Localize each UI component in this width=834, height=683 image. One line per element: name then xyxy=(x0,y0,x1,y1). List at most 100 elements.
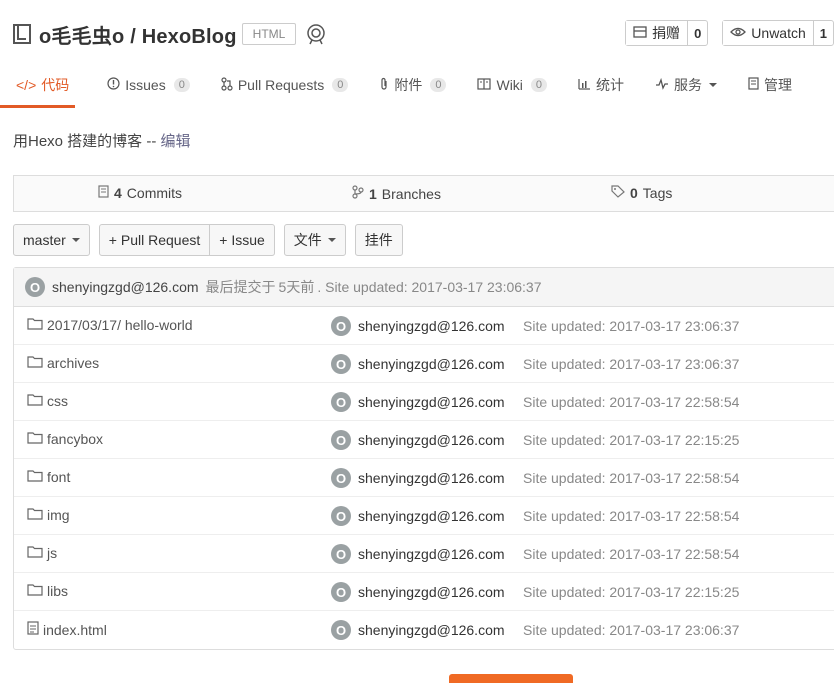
avatar[interactable]: O xyxy=(331,430,351,450)
tag-icon xyxy=(611,185,625,201)
file-author[interactable]: shenyingzgd@126.com xyxy=(358,394,505,410)
file-row: font Oshenyingzgd@126.com Site updated: 20… xyxy=(14,459,834,497)
tab-services[interactable]: 服务 xyxy=(637,64,730,106)
file-name[interactable]: fancybox xyxy=(47,431,103,447)
file-commit-message[interactable]: Site updated: 2017-03-17 22:15:25 xyxy=(523,584,739,600)
file-author[interactable]: shenyingzgd@126.com xyxy=(358,546,505,562)
file-name-cell[interactable]: font xyxy=(27,469,70,485)
file-name[interactable]: css xyxy=(47,393,68,409)
unwatch-button[interactable]: Unwatch 1 xyxy=(722,20,834,46)
file-author[interactable]: shenyingzgd@126.com xyxy=(358,508,505,524)
file-name[interactable]: archives xyxy=(47,355,99,371)
file-author[interactable]: shenyingzgd@126.com xyxy=(358,470,505,486)
tab-manage[interactable]: 管理 xyxy=(730,64,805,106)
watch-count[interactable]: 1 xyxy=(814,21,833,45)
tags-stat[interactable]: 0 Tags xyxy=(611,185,672,201)
repo-nav: </> 代码 Issues 0 Pull Requests 0 附件 0 Wik… xyxy=(0,64,834,108)
branch-select[interactable]: master xyxy=(13,224,90,256)
file-commit-message[interactable]: Site updated: 2017-03-17 22:15:25 xyxy=(523,432,739,448)
file-row: js Oshenyingzgd@126.com Site updated: 2017… xyxy=(14,535,834,573)
tab-services-label: 服务 xyxy=(674,77,703,93)
download-button[interactable] xyxy=(449,674,573,683)
file-name-cell[interactable]: libs xyxy=(27,583,68,599)
file-author-cell: Oshenyingzgd@126.com xyxy=(331,392,505,412)
book-icon xyxy=(477,77,492,93)
latest-commit-message[interactable]: . Site updated: 2017-03-17 23:06:37 xyxy=(317,279,541,295)
avatar[interactable]: O xyxy=(25,277,45,297)
file-author[interactable]: shenyingzgd@126.com xyxy=(358,584,505,600)
commits-stat[interactable]: 4 Commits xyxy=(98,185,182,201)
file-author[interactable]: shenyingzgd@126.com xyxy=(358,318,505,334)
avatar[interactable]: O xyxy=(331,392,351,412)
latest-commit-author[interactable]: shenyingzgd@126.com xyxy=(52,279,199,295)
commits-count: 4 xyxy=(114,185,122,201)
avatar[interactable]: O xyxy=(331,506,351,526)
file-name[interactable]: img xyxy=(47,507,70,523)
file-commit-message[interactable]: Site updated: 2017-03-17 22:58:54 xyxy=(523,394,739,410)
avatar[interactable]: O xyxy=(331,582,351,602)
file-name-cell[interactable]: fancybox xyxy=(27,431,103,447)
folder-icon xyxy=(27,317,43,333)
repo-header: o毛毛虫o / HexoBlog HTML 捐赠 0 Unwatch 1 xyxy=(13,20,834,48)
file-name-cell[interactable]: index.html xyxy=(27,621,107,638)
tab-pull-requests[interactable]: Pull Requests 0 xyxy=(203,64,362,106)
file-menu-button[interactable]: 文件 xyxy=(283,224,346,256)
repo-stats: 4 Commits 1 Branches 0 Tags xyxy=(13,175,834,212)
new-issue-button[interactable]: + Issue xyxy=(210,224,275,256)
file-table: O shenyingzgd@126.com 最后提交于 5天前 . Site u… xyxy=(13,267,834,650)
file-commit-message[interactable]: Site updated: 2017-03-17 22:58:54 xyxy=(523,546,739,562)
widget-button[interactable]: 挂件 xyxy=(354,224,403,256)
tab-pull-requests-label: Pull Requests xyxy=(237,77,325,93)
file-author[interactable]: shenyingzgd@126.com xyxy=(358,622,505,638)
tab-manage-label: 管理 xyxy=(764,77,793,93)
file-author[interactable]: shenyingzgd@126.com xyxy=(358,356,505,372)
donate-button[interactable]: 捐赠 0 xyxy=(625,20,709,46)
wiki-count: 0 xyxy=(530,78,548,92)
file-name[interactable]: index.html xyxy=(43,622,107,638)
avatar[interactable]: O xyxy=(331,620,351,640)
tab-issues[interactable]: Issues 0 xyxy=(85,64,203,106)
tab-stats[interactable]: 统计 xyxy=(560,64,637,106)
avatar[interactable]: O xyxy=(331,354,351,374)
unwatch-label: Unwatch xyxy=(751,25,806,41)
file-row: index.html Oshenyingzgd@126.com Site updat… xyxy=(14,611,834,649)
paperclip-icon xyxy=(379,77,389,94)
donate-icon xyxy=(633,25,647,41)
donate-count[interactable]: 0 xyxy=(688,21,707,45)
file-name-cell[interactable]: 2017/03/17/ hello-world xyxy=(27,317,193,333)
tab-attachments[interactable]: 附件 0 xyxy=(361,64,459,106)
file-commit-message[interactable]: Site updated: 2017-03-17 23:06:37 xyxy=(523,318,739,334)
avatar[interactable]: O xyxy=(331,316,351,336)
folder-icon xyxy=(27,431,43,447)
file-commit-message[interactable]: Site updated: 2017-03-17 22:58:54 xyxy=(523,470,739,486)
file-name-cell[interactable]: js xyxy=(27,545,57,561)
branch-icon xyxy=(352,185,364,202)
avatar[interactable]: O xyxy=(331,544,351,564)
new-pull-request-button[interactable]: + Pull Request xyxy=(98,224,211,256)
pulse-icon xyxy=(655,77,669,93)
edit-description-link[interactable]: 编辑 xyxy=(161,133,191,150)
file-name[interactable]: js xyxy=(47,545,57,561)
file-menu-label: 文件 xyxy=(293,232,322,248)
repo-title[interactable]: o毛毛虫o / HexoBlog xyxy=(39,20,237,49)
file-name[interactable]: libs xyxy=(47,583,68,599)
badge-icon xyxy=(306,23,326,45)
file-author-cell: Oshenyingzgd@126.com xyxy=(331,582,505,602)
tab-code[interactable]: </> 代码 xyxy=(0,64,76,108)
folder-icon xyxy=(27,507,43,523)
tab-attachments-label: 附件 xyxy=(394,77,423,93)
file-name-cell[interactable]: css xyxy=(27,393,68,409)
branches-label: Branches xyxy=(381,185,441,202)
tab-wiki[interactable]: Wiki 0 xyxy=(459,64,560,106)
file-name-cell[interactable]: archives xyxy=(27,355,99,371)
file-name-cell[interactable]: img xyxy=(27,507,70,523)
file-commit-message[interactable]: Site updated: 2017-03-17 23:06:37 xyxy=(523,622,739,638)
avatar[interactable]: O xyxy=(331,468,351,488)
file-name[interactable]: 2017/03/17/ hello-world xyxy=(47,317,193,333)
file-name[interactable]: font xyxy=(47,469,70,485)
description-text: 用Hexo 搭建的博客 xyxy=(13,133,143,150)
file-commit-message[interactable]: Site updated: 2017-03-17 23:06:37 xyxy=(523,356,739,372)
file-author[interactable]: shenyingzgd@126.com xyxy=(358,432,505,448)
file-commit-message[interactable]: Site updated: 2017-03-17 22:58:54 xyxy=(523,508,739,524)
branches-stat[interactable]: 1 Branches xyxy=(352,185,441,202)
